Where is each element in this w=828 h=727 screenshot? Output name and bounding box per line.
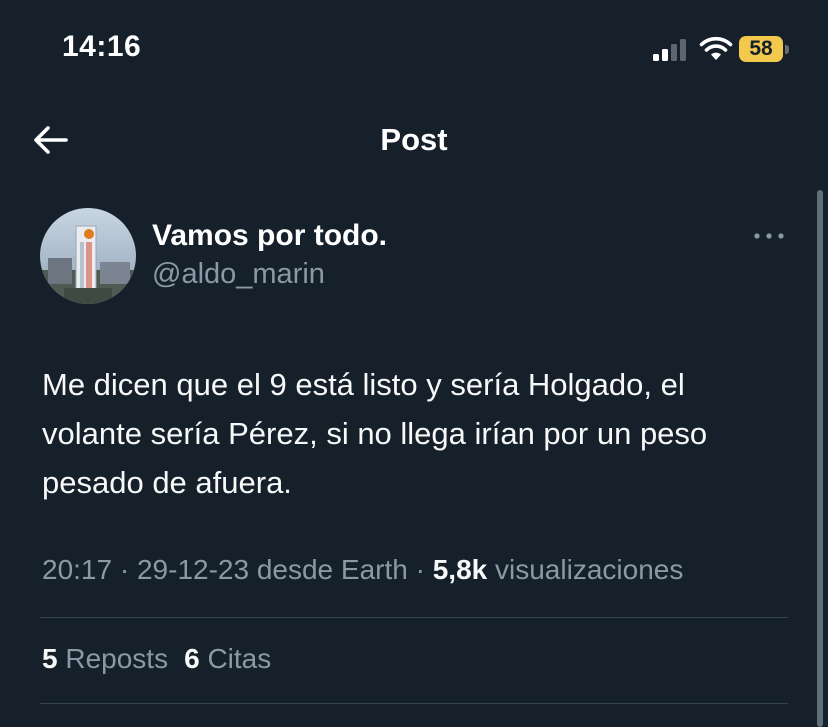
- views-count: 5,8k: [432, 554, 488, 585]
- tweet-metadata: 20:17 · 29-12-23 desde Earth · 5,8k visu…: [42, 554, 683, 586]
- battery-icon: 58: [739, 36, 791, 64]
- status-time: 14:16: [62, 30, 142, 63]
- tweet-time[interactable]: 20:17: [42, 554, 112, 585]
- divider: [40, 703, 788, 704]
- cellular-signal-icon: [653, 39, 686, 61]
- tweet-source: desde Earth: [256, 554, 408, 585]
- reposts-link[interactable]: 5 Reposts: [42, 643, 168, 674]
- page-title: Post: [380, 122, 448, 157]
- meta-separator: ·: [119, 554, 130, 585]
- battery-tip: [785, 45, 789, 54]
- display-name[interactable]: Vamos por todo.: [152, 219, 387, 253]
- tweet-date[interactable]: 29-12-23: [137, 554, 249, 585]
- more-horizontal-icon[interactable]: [752, 226, 786, 246]
- avatar[interactable]: [40, 208, 136, 304]
- quotes-count: 6: [184, 643, 200, 674]
- views-label: visualizaciones: [495, 554, 684, 585]
- tweet-text: Me dicen que el 9 está listo y sería Hol…: [42, 367, 708, 500]
- quotes-link[interactable]: 6 Citas: [184, 643, 271, 674]
- divider: [40, 617, 788, 618]
- status-bar: 14:16 58: [0, 0, 828, 100]
- quotes-label: Citas: [207, 643, 272, 674]
- meta-separator: ·: [415, 554, 425, 585]
- engagement-stats: 5 Reposts 6 Citas: [42, 643, 271, 675]
- battery-level: 58: [749, 37, 773, 60]
- scrollbar[interactable]: [817, 190, 823, 727]
- reposts-count: 5: [42, 643, 58, 674]
- nav-bar: Post: [0, 100, 828, 184]
- reposts-label: Reposts: [65, 643, 169, 674]
- wifi-icon: [699, 36, 733, 60]
- user-handle[interactable]: @aldo_marin: [152, 258, 325, 291]
